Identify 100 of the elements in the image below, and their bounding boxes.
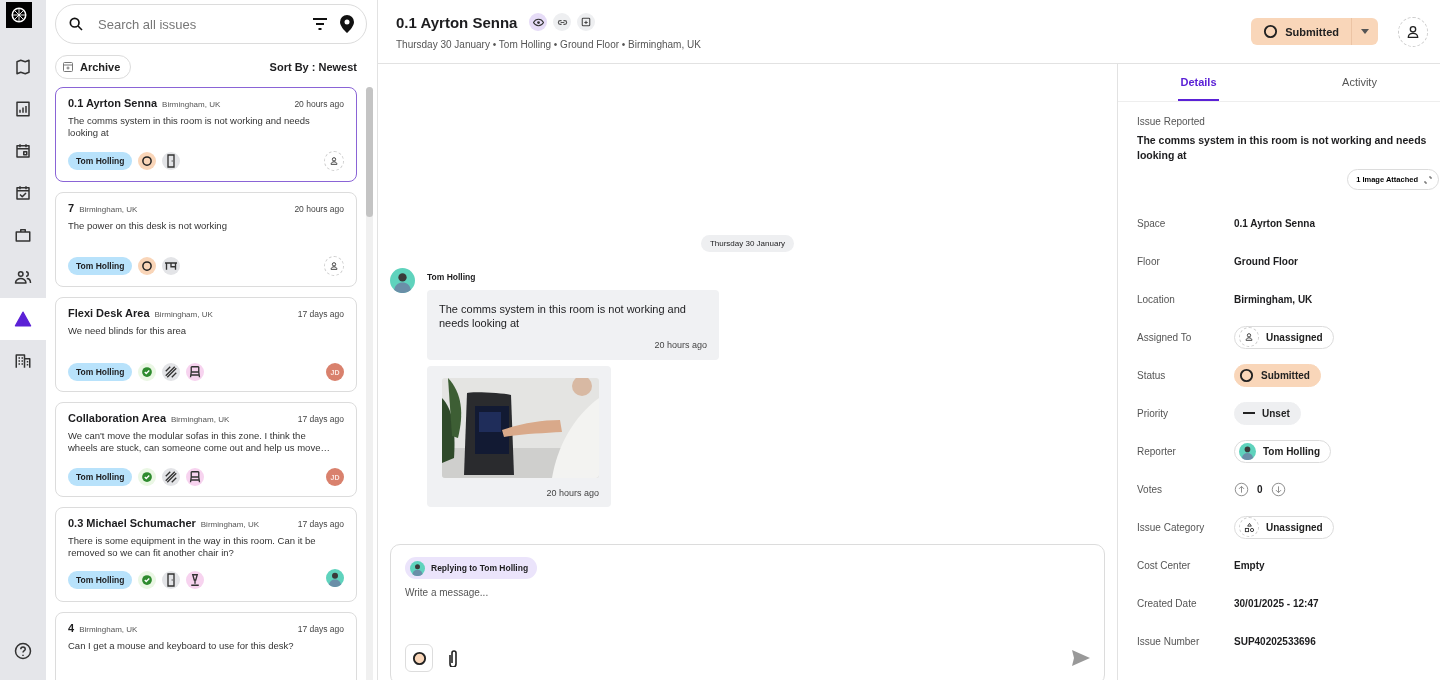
field-label: Cost Center [1137,559,1192,571]
check-icon [138,363,157,381]
issue-location: Birmingham, UK [200,520,260,529]
field-label: Space [1137,217,1167,229]
issue-time: 20 hours ago [294,99,344,109]
reporter-chip[interactable]: Tom Holling [1234,439,1332,463]
warning-icon [14,310,32,328]
category-picker[interactable]: Unassigned [1234,515,1334,539]
archive-icon [581,17,592,27]
status-ring-icon [1263,24,1279,39]
user-icon [329,156,339,166]
field-label: Issue Category [1137,521,1206,533]
dash-icon [1243,411,1255,415]
user-icon [329,261,339,271]
logo-icon [10,6,28,24]
issue-time: 17 days ago [297,624,344,634]
message-author: Tom Holling [427,272,477,282]
issue-description: Can I get a mouse and keyboard to use for this desk? [68,640,295,652]
reporter-tag: Tom Holling [68,571,133,589]
field-label: Assigned To [1137,331,1193,343]
filter-icon[interactable] [312,18,328,30]
tab[interactable]: Activity [1340,64,1379,101]
help-icon [14,642,32,660]
avatar [1239,442,1256,460]
field-value: Birmingham, UK [1234,293,1313,305]
issue-location: Birmingham, UK [79,205,138,214]
hatch-icon [162,363,181,381]
search-icon [68,16,84,32]
calendar-icon [14,142,32,160]
profile-button[interactable] [1398,16,1428,47]
issue-meta: Thursday 30 January • Tom Holling • Ground Floor • Birmingham, UK [396,39,701,50]
field-value: Ground Floor [1234,255,1298,267]
field-value: 30/01/2025 - 12:47 [1234,597,1319,609]
check-icon [138,468,157,486]
downvote-button[interactable] [1270,481,1286,497]
issue-time: 20 hours ago [294,204,344,214]
watch-button[interactable] [529,13,548,31]
caret-icon [1361,29,1369,34]
field-label: Votes [1137,483,1164,495]
issue-card[interactable]: 0.1 Ayrton Senna Birmingham, UK 20 hours ago The comms system in this room is not working and needs looking at Tom Holling [55,87,357,182]
issue-time: 17 days ago [297,414,344,424]
upvote-button[interactable] [1234,481,1249,497]
issue-heading: 0.1 Ayrton Senna [396,13,518,31]
issue-card[interactable]: 0.3 Michael Schumacher Birmingham, UK 17 days ago There is some equipment in the way in this room. Can it be removed so we can fit another chair in? Tom Holling [55,507,357,602]
desk-icon [162,257,181,275]
issue-card[interactable]: 7 Birmingham, UK 20 hours ago The power on this desk is not working Tom Holling [55,192,357,287]
tab[interactable]: Details [1178,64,1219,101]
link-button[interactable] [553,13,572,31]
issue-card[interactable]: 4 Birmingham, UK 17 days ago Can I get a mouse and keyboard to use for this desk? [55,612,357,680]
issue-location: Birmingham, UK [171,415,230,424]
message-time: 20 hours ago [654,340,707,350]
send-icon [1072,650,1090,666]
field-label: Priority [1137,407,1170,419]
field-label: Floor [1137,255,1161,267]
people-icon [14,268,32,286]
help-button[interactable] [14,642,32,660]
archive-issue-button[interactable] [577,13,596,31]
lamp-icon [186,571,205,589]
chair-icon [186,468,205,486]
issue-title: 0.3 Michael Schumacher [68,517,196,529]
sort-control[interactable]: Sort By : Newest [269,61,357,73]
status-ring-icon [411,650,427,666]
status-ring-icon [138,257,157,275]
issue-description: The comms system in this room is not working and needs looking at [68,115,311,139]
nav-item[interactable] [0,298,46,340]
door-icon [162,571,181,589]
briefcase-icon [14,226,32,244]
issue-location: Birmingham, UK [154,310,213,319]
priority-pill[interactable]: Unset [1234,401,1301,425]
search-input[interactable]: Search all issues [96,15,300,33]
reporter-tag: Tom Holling [68,468,133,486]
field-label: Status [1137,369,1167,381]
status-pill[interactable]: Submitted [1234,363,1321,387]
issue-reported-label: Issue Reported [1137,116,1206,127]
reporter-tag: Tom Holling [68,257,133,275]
field-value: Empty [1234,559,1265,571]
send-button[interactable] [1072,650,1090,666]
issue-description: There is some equipment in the way in this room. Can it be removed so we can fit another chair in? [68,535,317,559]
message-time: 20 hours ago [546,488,599,498]
paperclip-icon[interactable] [447,649,459,667]
chair-icon [186,363,205,381]
vote-count: 0 [1257,483,1263,495]
issue-location: Birmingham, UK [162,100,221,109]
assignee-picker[interactable]: Unassigned [1234,325,1334,349]
map-icon [14,58,32,76]
user-icon [1405,23,1421,40]
shapes-icon [1243,521,1255,533]
expand-icon [1424,175,1432,184]
location-pin-icon[interactable] [340,15,354,33]
building-icon [14,352,32,370]
logo[interactable] [6,2,32,28]
archive-icon [62,61,74,73]
scrollbar[interactable] [366,87,373,680]
archive-button[interactable]: Archive [55,55,132,79]
status-picker-button[interactable] [405,644,433,672]
date-divider: Thursday 30 January [700,235,795,252]
field-value: 0.1 Ayrton Senna [1234,217,1315,229]
field-label: Created Date [1137,597,1198,609]
field-value: SUP40202533696 [1234,635,1316,647]
issue-description: We can't move the modular sofas in this zone. I think the wheels are stuck, can someone come out and help us move… [68,430,330,454]
